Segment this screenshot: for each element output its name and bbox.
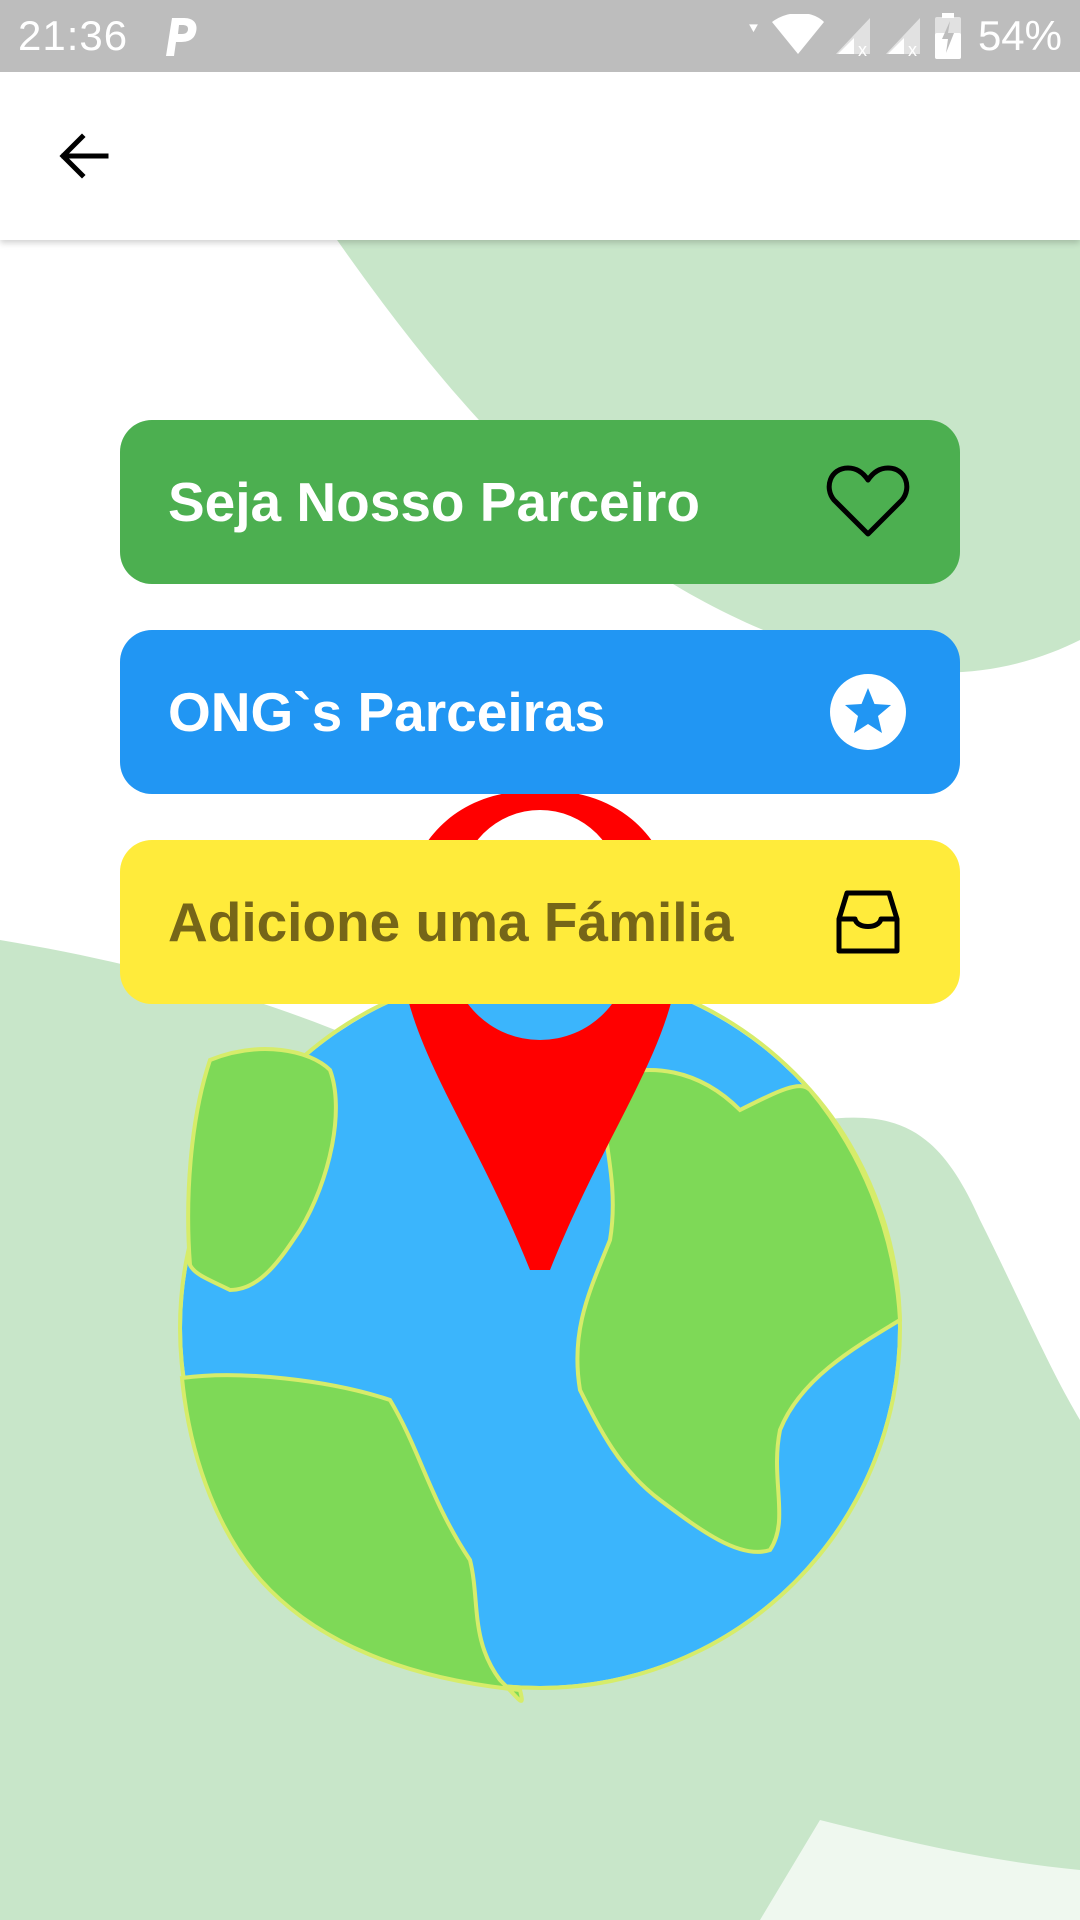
svg-text:x: x [908,40,917,58]
battery-charging-icon [934,13,962,59]
back-button[interactable] [36,108,132,204]
app-bar [0,72,1080,240]
parking-icon [160,14,200,58]
signal-icon: x [884,14,924,58]
battery-percent: 54% [977,12,1062,59]
signal-icon: x [834,14,874,58]
status-icons: x x 54% [748,10,1062,62]
star-circle-icon [826,670,910,754]
status-bar: 21:36 x x 54% [0,0,1080,72]
arrow-left-icon [59,133,109,179]
menu-item-label: Seja Nosso Parceiro [168,471,700,533]
inbox-tray-icon [826,880,910,964]
adicione-uma-familia-button[interactable]: Adicione uma Fámilia [120,840,960,1004]
seja-nosso-parceiro-button[interactable]: Seja Nosso Parceiro [120,420,960,584]
heart-outline-icon [826,460,910,544]
menu-item-label: ONG`s Parceiras [168,681,606,743]
status-time: 21:36 [18,12,129,59]
menu-item-label: Adicione uma Fámilia [168,891,734,953]
ongs-parceiras-button[interactable]: ONG`s Parceiras [120,630,960,794]
svg-text:x: x [858,40,867,58]
wifi-icon [748,14,824,58]
screen: 21:36 x x 54% Seja Nosso Parceiro ONG`s … [0,0,1080,1920]
